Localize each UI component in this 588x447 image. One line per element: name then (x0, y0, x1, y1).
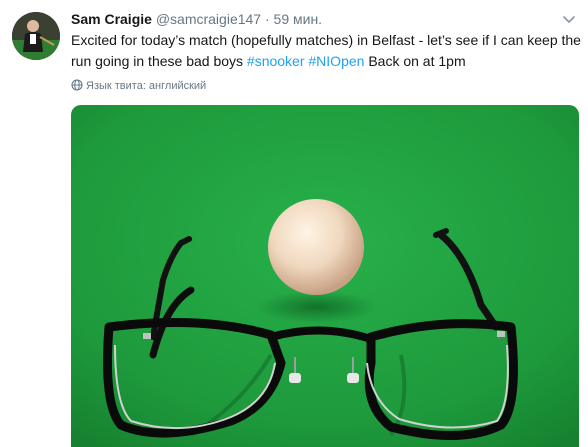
tweet-header: Sam Craigie @samcraigie147 · 59 мин. (71, 10, 322, 30)
hashtag-snooker[interactable]: #snooker (247, 53, 305, 69)
avatar[interactable] (12, 12, 60, 60)
tweet-text: Excited for today’s match (hopefully mat… (71, 30, 581, 72)
tweet[interactable]: Sam Craigie @samcraigie147 · 59 мин. Exc… (0, 0, 588, 447)
separator-dot: · (264, 11, 270, 27)
tweet-timestamp[interactable]: 59 мин. (274, 11, 323, 27)
tweet-language: Язык твита: английский (71, 78, 206, 94)
globe-icon (71, 79, 86, 92)
hashtag-niopen[interactable]: #NIOpen (308, 53, 364, 69)
tweet-text-tail: Back on at 1pm (364, 53, 466, 69)
chevron-down-icon[interactable] (560, 10, 578, 28)
tweet-photo[interactable] (71, 105, 579, 447)
author-name[interactable]: Sam Craigie (71, 11, 152, 27)
author-handle[interactable]: @samcraigie147 (156, 11, 261, 27)
tweet-language-label: Язык твита: английский (86, 80, 207, 92)
